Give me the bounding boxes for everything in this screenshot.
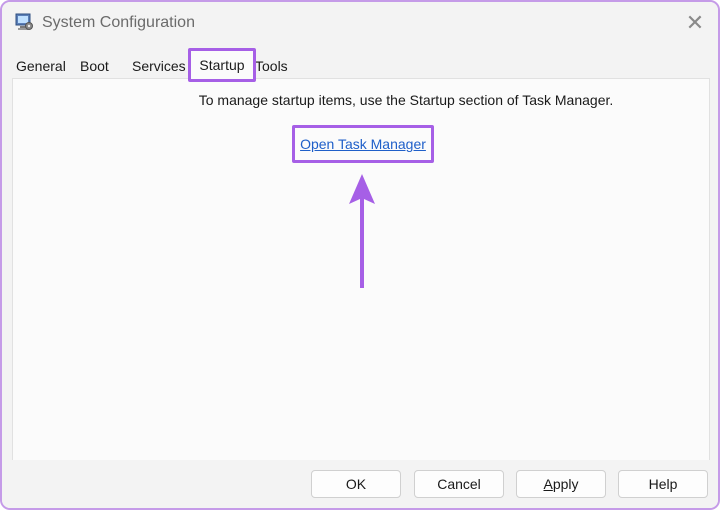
tab-services[interactable]: Services xyxy=(132,54,186,78)
open-task-manager-link[interactable]: Open Task Manager xyxy=(300,136,426,152)
dialog-footer: OK Cancel Apply Help xyxy=(2,460,718,508)
apply-button[interactable]: Apply xyxy=(516,470,606,498)
ok-button[interactable]: OK xyxy=(311,470,401,498)
title-bar: System Configuration ✕ xyxy=(2,2,718,46)
tab-startup[interactable]: Startup xyxy=(188,48,256,82)
apply-label-rest: pply xyxy=(552,476,579,492)
startup-message: To manage startup items, use the Startup… xyxy=(198,92,614,108)
tab-tools[interactable]: Tools xyxy=(255,54,288,78)
tab-general[interactable]: General xyxy=(16,54,66,78)
apply-accelerator: A xyxy=(543,476,553,492)
cancel-button[interactable]: Cancel xyxy=(414,470,504,498)
tab-boot[interactable]: Boot xyxy=(80,54,109,78)
close-icon[interactable]: ✕ xyxy=(680,8,710,38)
system-configuration-window: System Configuration ✕ General Boot Serv… xyxy=(0,0,720,510)
window-title: System Configuration xyxy=(42,14,195,31)
up-arrow-annotation xyxy=(349,174,375,288)
system-configuration-icon xyxy=(15,13,33,30)
help-button[interactable]: Help xyxy=(618,470,708,498)
startup-panel: To manage startup items, use the Startup… xyxy=(12,78,710,462)
open-task-manager-highlight: Open Task Manager xyxy=(292,125,434,163)
